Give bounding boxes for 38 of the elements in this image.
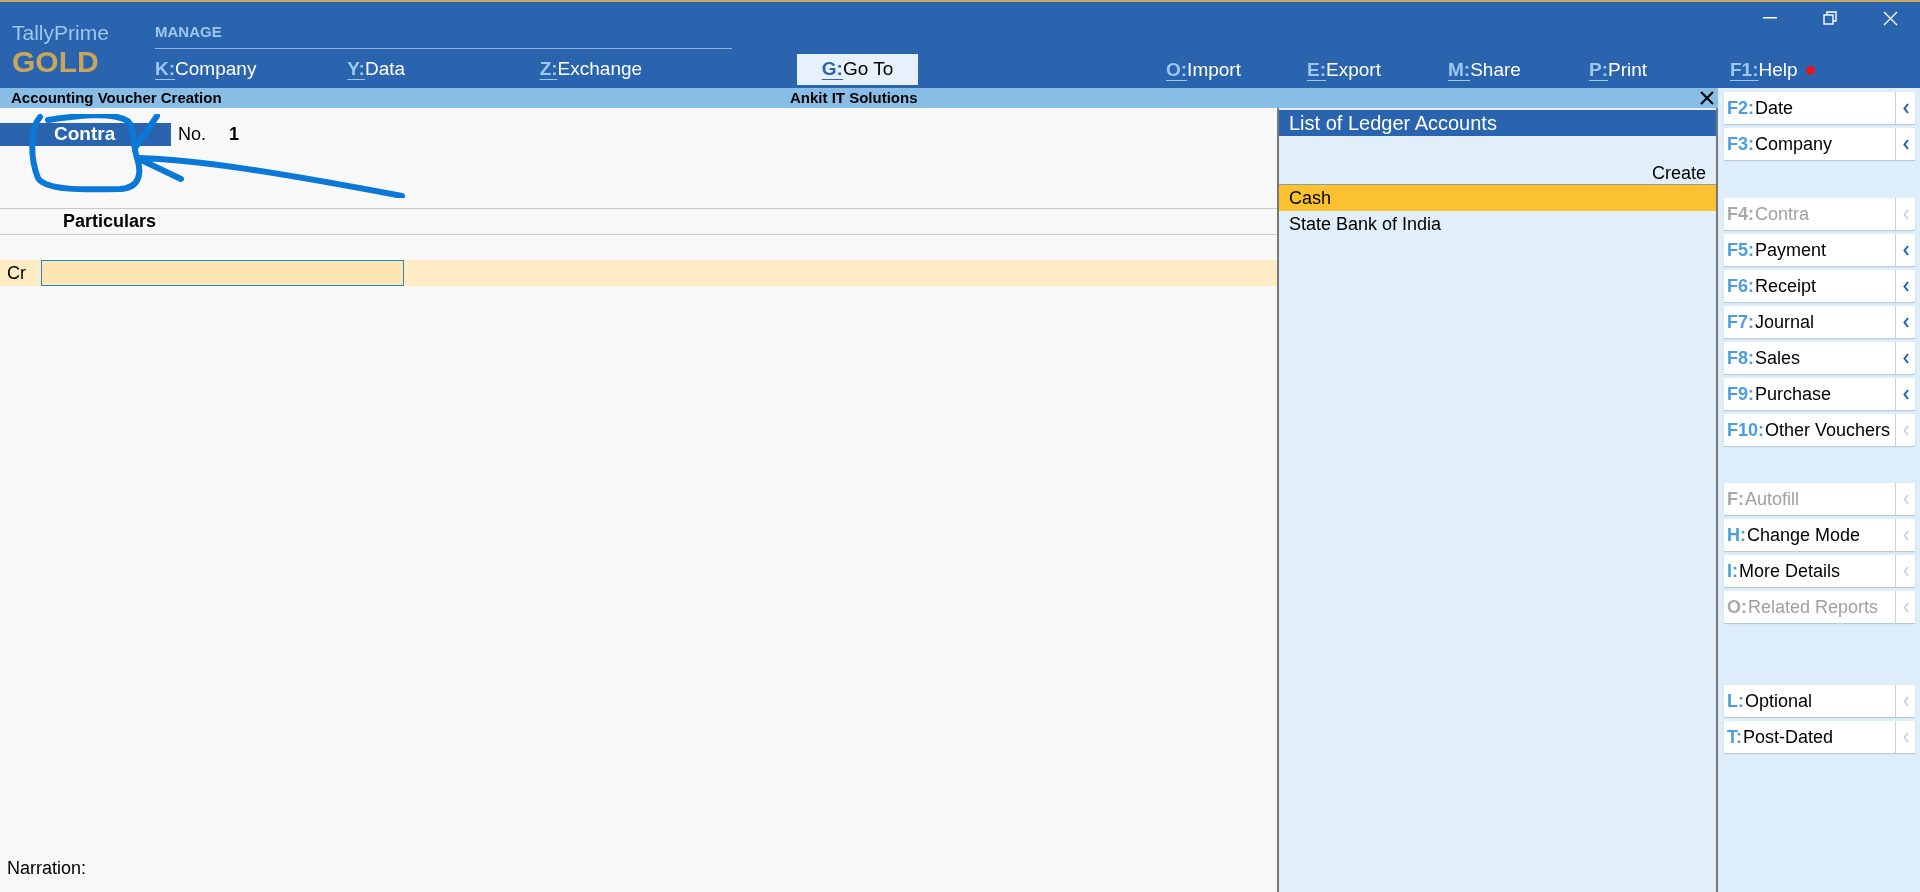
close-icon[interactable] — [1700, 91, 1714, 105]
menu-item[interactable]: E:Export — [1307, 55, 1381, 85]
sidebar-button[interactable]: T:Post-Dated — [1724, 721, 1915, 753]
sidebar-button[interactable]: F2:Date — [1724, 92, 1915, 124]
ledger-list-item[interactable]: Cash — [1279, 185, 1716, 211]
menu-item[interactable]: Y:Data — [347, 55, 406, 84]
menu-item[interactable]: K:Company — [155, 55, 257, 84]
sidebar-button[interactable]: F5:Payment — [1724, 234, 1915, 266]
screen-title: Accounting Voucher Creation — [10, 89, 223, 107]
sidebar-button[interactable]: F3:Company — [1724, 128, 1915, 160]
menu-item[interactable]: F1:Help — [1730, 55, 1798, 85]
menu-item[interactable]: M:Share — [1448, 55, 1521, 85]
menu-group-label: MANAGE — [155, 22, 732, 49]
sidebar-button[interactable]: F10:Other Vouchers — [1724, 414, 1915, 446]
ledger-input-field[interactable] — [41, 260, 404, 286]
voucher-number-label: No. — [177, 122, 207, 146]
menu-item[interactable]: P:Print — [1589, 55, 1648, 85]
sidebar-button[interactable]: H:Change Mode — [1724, 519, 1915, 551]
company-name: Ankit IT Solutions — [790, 89, 918, 107]
panel-title: List of Ledger Accounts — [1279, 110, 1716, 136]
sidebar-button[interactable]: F8:Sales — [1724, 342, 1915, 374]
sidebar-button[interactable]: L:Optional — [1724, 685, 1915, 717]
app-edition: GOLD — [12, 46, 100, 78]
app-name: TallyPrime — [12, 20, 110, 46]
go-to-button[interactable]: G:Go To — [797, 54, 918, 85]
sidebar-button[interactable]: F7:Journal — [1724, 306, 1915, 338]
menu-item[interactable]: O:Import — [1166, 55, 1241, 85]
restore-icon[interactable] — [1823, 11, 1837, 25]
menu-item[interactable]: Z:Exchange — [539, 55, 643, 84]
narration-label: Narration: — [6, 857, 88, 880]
ledger-list-item[interactable]: State Bank of India — [1279, 211, 1716, 237]
sidebar-button[interactable]: I:More Details — [1724, 555, 1915, 587]
column-header: Particulars — [62, 210, 157, 233]
create-link[interactable]: Create — [1651, 162, 1706, 184]
sidebar-button[interactable]: F6:Receipt — [1724, 270, 1915, 302]
dr-cr-label: Cr — [6, 261, 27, 285]
voucher-number: 1 — [229, 122, 239, 146]
sidebar-button[interactable]: F9:Purchase — [1724, 378, 1915, 410]
